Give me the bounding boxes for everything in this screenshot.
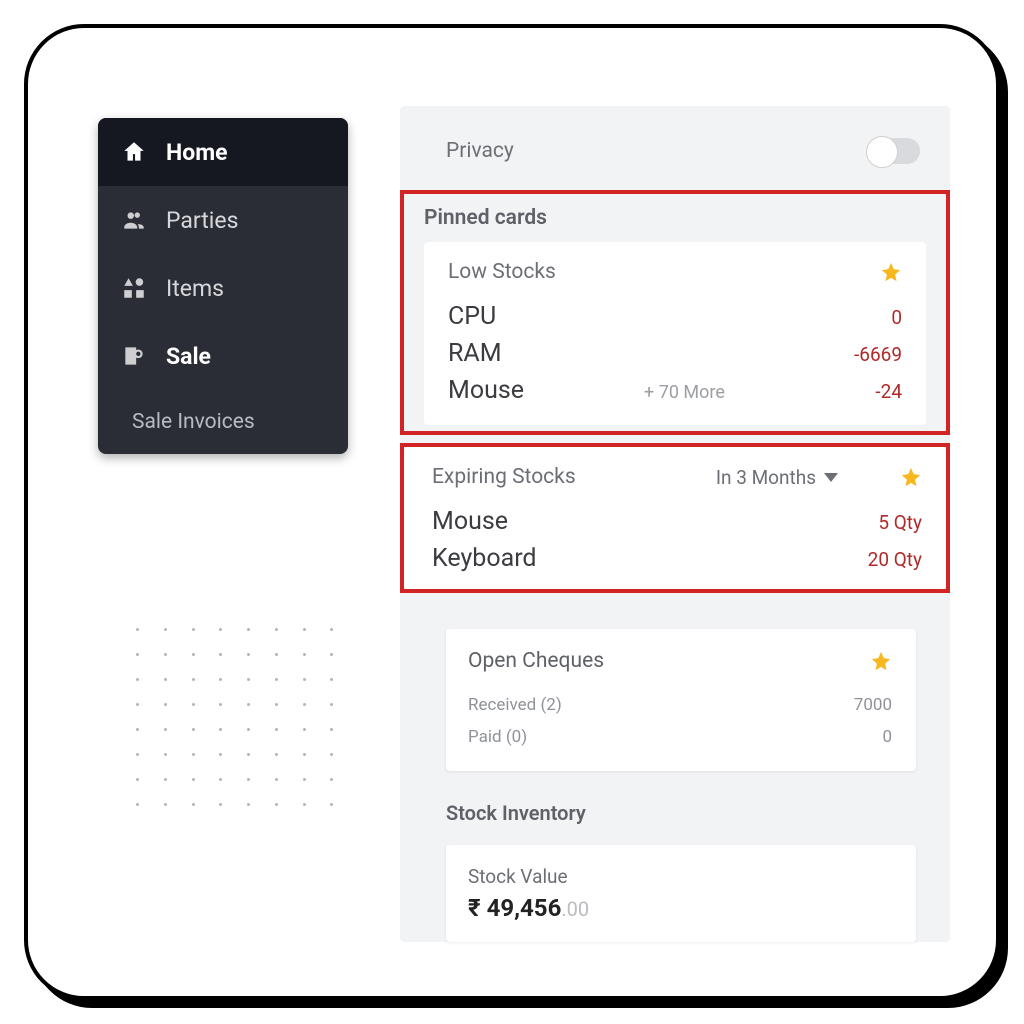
stock-inventory-section: Stock Inventory Stock Value ₹ 49,456.00 — [446, 801, 916, 942]
pinned-cards-highlight: Pinned cards Low Stocks CPU 0 RAM -666 — [400, 190, 950, 435]
people-icon — [120, 206, 148, 234]
cheque-row-paid: Paid (0) 0 — [468, 721, 892, 753]
open-cheques-header: Open Cheques — [468, 649, 892, 673]
open-cheques-title: Open Cheques — [468, 649, 604, 673]
low-stocks-header: Low Stocks — [448, 260, 902, 284]
stock-value-card[interactable]: Stock Value ₹ 49,456.00 — [446, 845, 916, 942]
shapes-icon — [120, 274, 148, 302]
sale-icon — [120, 342, 148, 370]
privacy-toggle[interactable] — [870, 138, 920, 164]
table-row: RAM -6669 — [448, 335, 902, 372]
low-stocks-card[interactable]: Low Stocks CPU 0 RAM -6669 — [424, 242, 926, 425]
expiring-stocks-highlight: Expiring Stocks In 3 Months Mouse 5 Qty — [400, 443, 950, 593]
content-area: Home Parties Items Sale S — [28, 28, 996, 996]
cheque-row-value: 7000 — [854, 695, 892, 715]
star-icon[interactable] — [880, 261, 902, 283]
sidebar-item-parties[interactable]: Parties — [98, 186, 348, 254]
stock-name: RAM — [448, 339, 502, 368]
app-frame: Home Parties Items Sale S — [24, 24, 1000, 1000]
expiring-filter[interactable]: In 3 Months — [716, 466, 838, 489]
cheque-row-label: Received (2) — [468, 695, 562, 715]
expiring-filter-label: In 3 Months — [716, 466, 816, 489]
stock-value: 0 — [891, 306, 902, 329]
stock-inventory-title: Stock Inventory — [446, 801, 916, 825]
stock-name: CPU — [448, 302, 496, 331]
sidebar-item-sale-invoices[interactable]: Sale Invoices — [98, 390, 348, 454]
cheque-row-label: Paid (0) — [468, 727, 527, 747]
stock-value: 5 Qty — [878, 511, 922, 534]
stock-value-amount: ₹ 49,456.00 — [468, 894, 894, 922]
expiring-stocks-title: Expiring Stocks — [432, 465, 576, 489]
table-row: Mouse 5 Qty — [432, 503, 922, 540]
sidebar-item-sale[interactable]: Sale — [98, 322, 348, 390]
decorative-dot-grid — [136, 628, 336, 806]
low-stocks-title: Low Stocks — [448, 260, 556, 284]
table-row: Mouse + 70 More -24 — [448, 372, 902, 409]
sidebar-item-label: Items — [166, 275, 224, 302]
sidebar-item-label: Sale Invoices — [132, 410, 255, 434]
more-link[interactable]: + 70 More — [644, 382, 725, 403]
star-icon[interactable] — [900, 466, 922, 488]
cheque-row-value: 0 — [882, 727, 892, 747]
sidebar: Home Parties Items Sale S — [98, 118, 348, 454]
stock-value-label: Stock Value — [468, 865, 894, 888]
open-cheques-card[interactable]: Open Cheques Received (2) 7000 Paid (0) … — [446, 629, 916, 771]
stock-name: Mouse — [448, 376, 524, 405]
pinned-cards-title: Pinned cards — [404, 194, 946, 242]
sidebar-item-label: Sale — [166, 343, 211, 370]
home-icon — [120, 138, 148, 166]
cheque-row-received: Received (2) 7000 — [468, 689, 892, 721]
privacy-label: Privacy — [446, 139, 514, 163]
chevron-down-icon — [824, 473, 838, 482]
table-row: CPU 0 — [448, 298, 902, 335]
stock-name: Keyboard — [432, 544, 537, 573]
expiring-stocks-header: Expiring Stocks In 3 Months — [432, 465, 922, 489]
stock-value: -24 — [875, 380, 902, 403]
sidebar-item-label: Parties — [166, 207, 238, 234]
sidebar-item-items[interactable]: Items — [98, 254, 348, 322]
sidebar-item-home[interactable]: Home — [98, 118, 348, 186]
privacy-row: Privacy — [400, 120, 950, 190]
star-icon[interactable] — [870, 650, 892, 672]
stock-value: 20 Qty — [868, 548, 922, 571]
expiring-stocks-card[interactable]: Expiring Stocks In 3 Months Mouse 5 Qty — [404, 447, 946, 589]
sidebar-item-label: Home — [166, 139, 228, 166]
table-row: Keyboard 20 Qty — [432, 540, 922, 577]
stock-value: -6669 — [854, 343, 902, 366]
stock-name: Mouse — [432, 507, 508, 536]
right-panel: Privacy Pinned cards Low Stocks CPU 0 — [400, 106, 950, 942]
